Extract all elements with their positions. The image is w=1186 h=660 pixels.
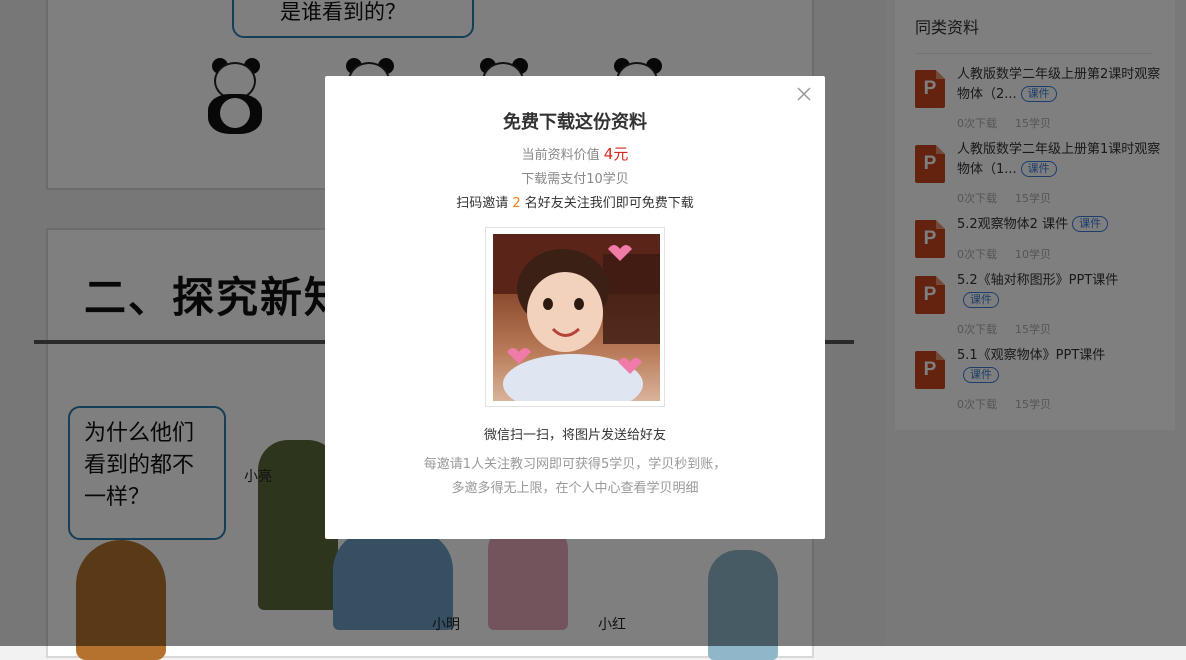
reward-note: 每邀请1人关注教习网即可获得5学贝，学贝秒到账，多邀多得无上限，在个人中心查看学… [423,457,727,496]
modal-title: 免费下载这份资料 [503,112,647,133]
invite-count: 2 [512,196,521,211]
resource-value-line: 当前资料价值 4元 [521,145,629,163]
scan-instruction: 微信扫一扫，将图片发送给好友 [483,428,666,443]
close-icon[interactable] [795,85,813,103]
share-photo [493,234,660,401]
share-image-frame [485,227,665,407]
free-download-modal: 免费下载这份资料 当前资料价值 4元 下载需支付10学贝 扫码邀请 2 名好友关… [325,76,825,539]
price-value: 4元 [603,145,629,163]
payment-line: 下载需支付10学贝 [521,172,629,187]
invite-line: 扫码邀请 2 名好友关注我们即可免费下载 [456,196,694,211]
